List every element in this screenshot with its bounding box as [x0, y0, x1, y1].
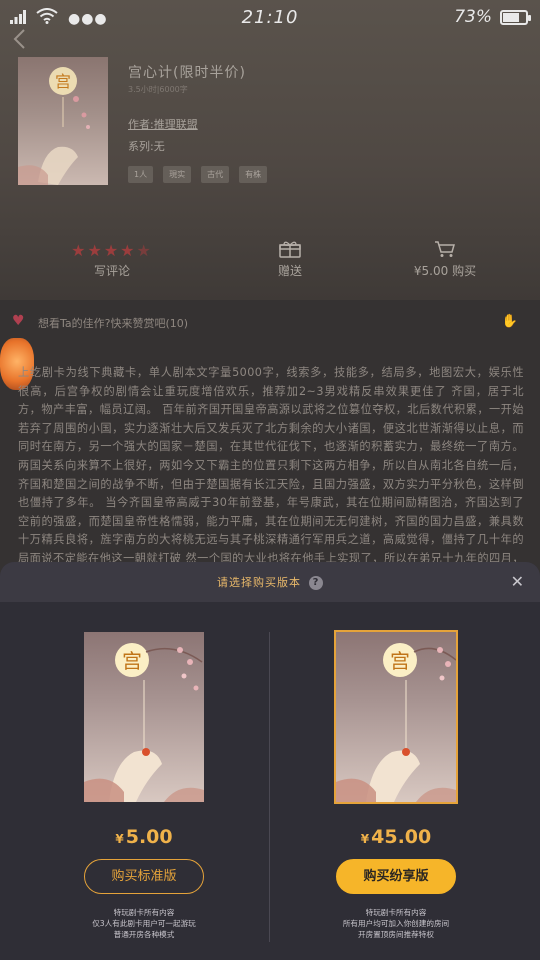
- share-price: ¥45.00: [276, 826, 516, 848]
- book-meta: 3.5小时|6000字: [128, 85, 188, 94]
- share-cover: 宫: [334, 630, 458, 804]
- svg-text:宫: 宫: [122, 649, 142, 673]
- action-bar: ★★★★★ 写评论 赠送 ¥5.00 购买: [0, 240, 540, 288]
- dialog-header: 请选择购买版本? ✕: [0, 562, 540, 602]
- gift-button[interactable]: 赠送: [250, 240, 330, 279]
- desc-line: 特玩剧卡所有内容: [113, 908, 175, 917]
- book-author-link[interactable]: 作者:推理联盟: [128, 116, 198, 132]
- book-series: 系列:无: [128, 140, 165, 153]
- desc-line: 特玩剧卡所有内容: [365, 908, 427, 917]
- dialog-title: 请选择购买版本: [217, 576, 301, 589]
- appreciation-text: 想看Ta的佳作?快来赞赏吧(10): [38, 317, 189, 330]
- rating-stars: ★★★★★: [64, 240, 160, 262]
- book-introduction: 上纥剧卡为线下典藏卡，单人剧本文字量5000字，线索多，技能多，结局多，地图宏大…: [18, 366, 524, 584]
- price-value: 45.00: [371, 826, 432, 848]
- desc-line: 仅3人有此剧卡用户可一起游玩: [92, 919, 196, 928]
- cover-illustration: 宫: [336, 643, 456, 802]
- star-icon: ★: [71, 241, 88, 260]
- battery-percent: 73%: [454, 7, 492, 27]
- standard-version-option[interactable]: 宫 ¥5.00 购买标准版 特玩剧卡所有内容 仅3人有此剧卡用户可一起游玩 普通…: [24, 632, 264, 942]
- svg-text:宫: 宫: [390, 649, 410, 673]
- hand-icon: ✋: [501, 314, 518, 329]
- standard-cover: 宫: [84, 632, 204, 802]
- price-symbol: ¥: [360, 832, 370, 846]
- heart-icon: ♥: [12, 313, 25, 329]
- desc-line: 开房置顶房间推荐特权: [358, 930, 434, 939]
- buy-share-button[interactable]: 购买纷享版: [336, 859, 456, 894]
- star-icon: ★: [136, 241, 153, 260]
- buy-button[interactable]: ¥5.00 购买: [390, 240, 500, 279]
- purchase-version-dialog: 请选择购买版本? ✕ 宫 ¥5.00 购买标准版 特玩剧卡所有内容 仅3人有此剧…: [0, 562, 540, 960]
- gift-label: 赠送: [277, 264, 302, 278]
- standard-description: 特玩剧卡所有内容 仅3人有此剧卡用户可一起游玩 普通开房各种模式: [24, 907, 264, 940]
- book-title: 宫心计(限时半价): [128, 65, 246, 81]
- option-divider: [269, 632, 270, 942]
- tag-chip[interactable]: 1人: [128, 166, 154, 183]
- help-icon[interactable]: ?: [309, 576, 323, 590]
- share-description: 特玩剧卡所有内容 所有用户均可加入你创建的房间 开房置顶房间推荐特权: [276, 907, 516, 940]
- status-bar: ●●● 21:10 73%: [0, 0, 540, 36]
- buy-standard-button[interactable]: 购买标准版: [84, 859, 204, 894]
- write-review-button[interactable]: ★★★★★ 写评论: [64, 240, 160, 279]
- book-cover-thumbnail[interactable]: 宫: [18, 57, 108, 185]
- cover-char: 宫: [55, 72, 71, 91]
- share-version-option[interactable]: 宫 ¥45.00 购买纷享版 特玩剧卡所有内容 所有用户均可加入你创建的房间 开…: [276, 630, 516, 942]
- gift-icon: [250, 240, 330, 262]
- star-icon: ★: [103, 241, 121, 260]
- star-icon: ★: [120, 241, 137, 260]
- back-button[interactable]: [12, 28, 26, 56]
- screen: ●●● 21:10 73% 宫 宫心计(限时半价) 3.5小时|6000字 作者…: [0, 0, 540, 960]
- cart-icon: [390, 240, 500, 262]
- tag-chip[interactable]: 有株: [239, 166, 268, 183]
- star-icon: ★: [87, 241, 104, 260]
- dialog-title-row: 请选择购买版本?: [0, 574, 540, 590]
- appreciation-row[interactable]: ♥ 想看Ta的佳作?快来赞赏吧(10) ✋: [0, 312, 540, 334]
- write-review-label: 写评论: [93, 264, 130, 278]
- desc-line: 所有用户均可加入你创建的房间: [342, 919, 450, 928]
- battery-icon: [500, 9, 531, 25]
- tag-list: 1人 現实 古代 有株: [128, 166, 268, 183]
- close-icon[interactable]: ✕: [511, 572, 524, 591]
- chevron-left-icon: [13, 29, 25, 49]
- cover-illustration: 宫: [84, 643, 204, 802]
- battery-level: [503, 12, 519, 22]
- desc-line: 普通开房各种模式: [113, 930, 175, 939]
- tag-chip[interactable]: 現实: [163, 166, 192, 183]
- price-symbol: ¥: [115, 832, 124, 846]
- buy-label: ¥5.00 购买: [413, 264, 477, 278]
- standard-price: ¥5.00: [24, 826, 264, 848]
- tag-chip[interactable]: 古代: [201, 166, 230, 183]
- cover-illustration: 宫: [18, 67, 90, 185]
- status-right: 73%: [454, 7, 531, 27]
- price-value: 5.00: [125, 826, 173, 848]
